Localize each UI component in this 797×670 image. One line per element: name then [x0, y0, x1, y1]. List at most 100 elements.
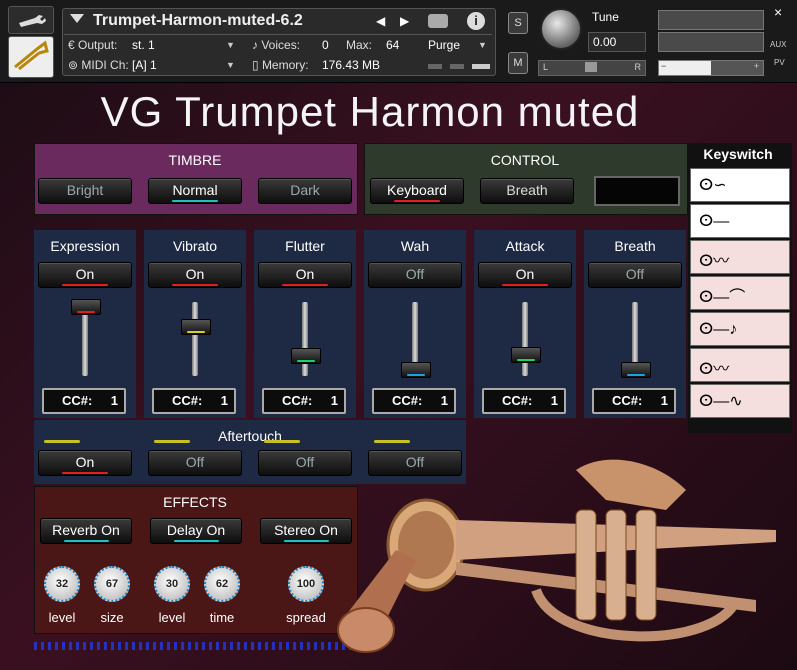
volume-slider[interactable]: − + [658, 60, 764, 76]
aftertouch-toggle-label: Off [185, 454, 205, 470]
active-glow [173, 540, 219, 542]
note-icon: ⵙ〰 [699, 253, 730, 270]
pv-button[interactable]: PV [774, 58, 785, 67]
memory-icon: ▯ [252, 58, 262, 72]
cc-label: CC#: [392, 393, 423, 408]
meter-left [428, 64, 442, 69]
output-select[interactable]: st. 1 [132, 38, 155, 52]
voices-icon: ♪ [252, 38, 262, 52]
info-divider [64, 34, 492, 35]
midi-label-group: ⊚ MIDI Ch: [68, 58, 129, 72]
keyswitch-sustain-slot[interactable]: ⵙ— [690, 204, 790, 238]
aftertouch-toggle-button[interactable]: On [38, 450, 132, 476]
fader-handle[interactable] [401, 361, 431, 378]
pan-right-label: R [634, 62, 642, 72]
active-glow [282, 284, 328, 286]
fader-toggle-button[interactable]: On [148, 262, 242, 288]
note-icon: ⵙ—∿ [699, 393, 743, 410]
effect-knob[interactable]: 67 [94, 566, 130, 602]
cc-number-field[interactable]: CC#: 1 [42, 388, 126, 414]
active-glow [502, 284, 548, 286]
control-keyboard-button[interactable]: Keyboard [370, 178, 464, 204]
effect-knob[interactable]: 30 [154, 566, 190, 602]
control-breath-button[interactable]: Breath [480, 178, 574, 204]
mute-button[interactable]: M [508, 52, 528, 74]
tune-label: Tune [592, 10, 619, 24]
fader-toggle-label: On [75, 266, 95, 282]
fader-handle[interactable] [511, 346, 541, 363]
fader-track[interactable] [522, 302, 528, 376]
pan-handle[interactable] [585, 62, 597, 72]
collapse-arrow-icon[interactable] [70, 14, 84, 23]
instrument-icon-button[interactable] [8, 36, 54, 78]
tune-value-box[interactable]: 0.00 [588, 32, 646, 52]
fader-toggle-label: On [515, 266, 535, 282]
fader-led [77, 310, 95, 313]
midi-channel-select[interactable]: [A] 1 [132, 58, 157, 72]
fader-toggle-button[interactable]: Off [368, 262, 462, 288]
reverb-button[interactable]: Reverb On [40, 518, 132, 544]
cc-number-field[interactable]: CC#: 1 [262, 388, 346, 414]
prev-instrument-arrow[interactable]: ◀ [376, 14, 385, 28]
aux-button[interactable]: AUX [770, 40, 786, 49]
fader-toggle-button[interactable]: On [478, 262, 572, 288]
fader-handle[interactable] [621, 361, 651, 378]
purge-dropdown-icon[interactable]: ▼ [478, 40, 487, 50]
info-icon[interactable]: i [467, 12, 485, 30]
fader-track[interactable] [302, 302, 308, 376]
active-glow [172, 200, 218, 202]
close-button[interactable]: × [774, 4, 782, 20]
note-icon: ⵙ∽ [699, 177, 727, 194]
fader-track[interactable] [192, 302, 198, 376]
keyswitch-tenuto-slot[interactable]: ⵙ—∿ [690, 384, 790, 418]
cc-number-field[interactable]: CC#: 1 [372, 388, 456, 414]
purge-button[interactable]: Purge [428, 38, 460, 52]
cc-number-field[interactable]: CC#: 1 [482, 388, 566, 414]
effect-knob[interactable]: 100 [288, 566, 324, 602]
fader-toggle-button[interactable]: Off [588, 262, 682, 288]
keyswitch-fall-slot[interactable]: ⵙ—⌒ [690, 276, 790, 310]
note-icon: ⵙ—♪ [699, 321, 738, 338]
keyswitch-trill-slot[interactable]: ⵙ〰 [690, 348, 790, 382]
stereo-label: Stereo On [274, 522, 338, 538]
wrench-button[interactable] [8, 6, 54, 34]
fader-toggle-button[interactable]: On [38, 262, 132, 288]
memory-label-group: ▯ Memory: [252, 58, 309, 72]
fader-handle[interactable] [291, 348, 321, 365]
effect-knob[interactable]: 32 [44, 566, 80, 602]
keyswitch-vibrato-slot[interactable]: ⵙ〰 [690, 240, 790, 274]
effect-knob[interactable]: 62 [204, 566, 240, 602]
fader-toggle-button[interactable]: On [258, 262, 352, 288]
solo-button[interactable]: S [508, 12, 528, 34]
keyswitch-accent-slot[interactable]: ⵙ—♪ [690, 312, 790, 346]
keyswitch-normal-slot[interactable]: ⵙ∽ [690, 168, 790, 202]
note-icon: ⵙ—⌒ [699, 289, 746, 306]
fader-title: Flutter [285, 238, 325, 254]
memory-label: Memory: [261, 58, 309, 72]
instrument-name[interactable]: Trumpet-Harmon-muted-6.2 [93, 12, 303, 30]
fader-title: Wah [400, 238, 430, 254]
effect-knob-label: spread [286, 610, 326, 625]
pan-slider[interactable]: L R [538, 60, 646, 76]
note-icon: ⵙ〰 [699, 361, 730, 378]
output-dropdown-icon[interactable]: ▼ [226, 40, 235, 50]
fader-handle[interactable] [181, 318, 211, 335]
delay-button[interactable]: Delay On [150, 518, 242, 544]
cc-number-field[interactable]: CC#: 1 [592, 388, 676, 414]
keyswitch-title: Keyswitch [703, 146, 773, 162]
tune-knob[interactable] [540, 8, 582, 50]
next-instrument-arrow[interactable]: ▶ [400, 14, 409, 28]
volume-plus[interactable]: + [754, 61, 759, 71]
timbre-normal-button[interactable]: Normal [148, 178, 242, 204]
fader-title: Attack [505, 238, 545, 254]
timbre-dark-button[interactable]: Dark [258, 178, 352, 204]
max-voices-value[interactable]: 64 [386, 38, 399, 52]
cc-value: 1 [110, 393, 118, 408]
volume-minus[interactable]: − [661, 61, 666, 71]
midi-dropdown-icon[interactable]: ▼ [226, 60, 235, 70]
aftertouch-toggle-button[interactable]: Off [148, 450, 242, 476]
cc-number-field[interactable]: CC#: 1 [152, 388, 236, 414]
snapshot-camera-icon[interactable] [428, 14, 448, 28]
timbre-bright-button[interactable]: Bright [38, 178, 132, 204]
fader-handle[interactable] [71, 298, 101, 315]
